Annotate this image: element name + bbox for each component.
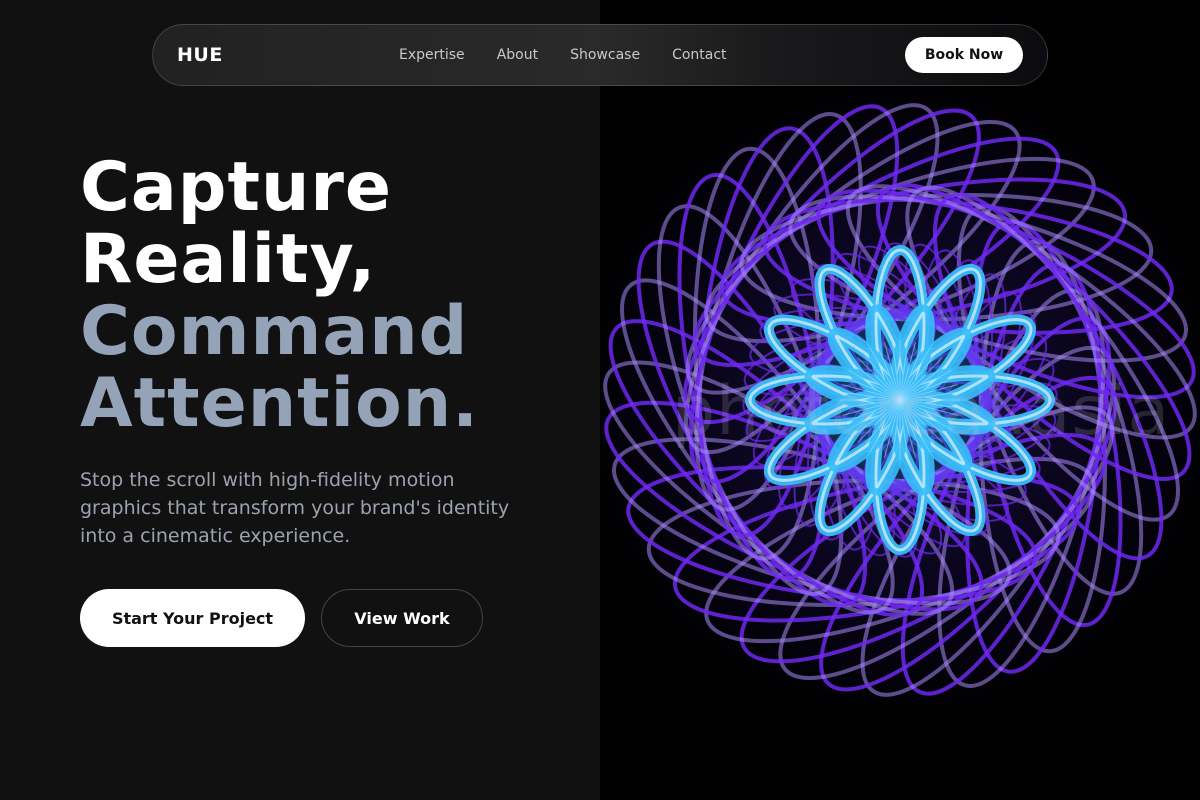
hero-subtext: Stop the scroll with high-fidelity motio…	[80, 469, 510, 547]
headline-line-3: Command	[80, 292, 469, 371]
headline-line-4: Attention.	[80, 364, 479, 443]
nav-links: Expertise About Showcase Contact	[399, 25, 727, 85]
book-now-button[interactable]: Book Now	[905, 37, 1023, 73]
brand-logo[interactable]: HUE	[177, 44, 223, 66]
nav-link-showcase[interactable]: Showcase	[570, 47, 640, 63]
start-your-project-button[interactable]: Start Your Project	[80, 589, 305, 647]
view-work-button[interactable]: View Work	[321, 589, 483, 647]
hero-visual: photoreal.asia	[600, 0, 1200, 800]
page: Capture Reality, Command Attention. Stop…	[0, 0, 1200, 800]
hero-left-panel: Capture Reality, Command Attention. Stop…	[0, 0, 600, 800]
top-navigation: HUE Expertise About Showcase Contact Boo…	[152, 24, 1048, 86]
watermark-text: photoreal.asia	[672, 372, 1171, 451]
nav-link-about[interactable]: About	[497, 47, 538, 63]
headline-line-2: Reality,	[80, 220, 377, 299]
nav-link-contact[interactable]: Contact	[672, 47, 726, 63]
nav-link-expertise[interactable]: Expertise	[399, 47, 465, 63]
headline-line-1: Capture	[80, 148, 393, 227]
hero-headline: Capture Reality, Command Attention.	[80, 152, 479, 440]
